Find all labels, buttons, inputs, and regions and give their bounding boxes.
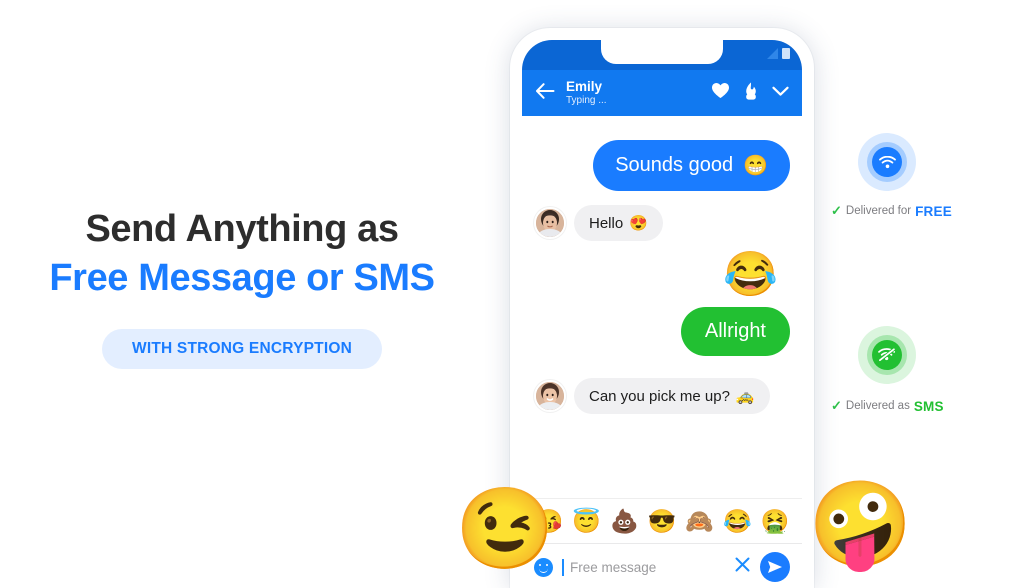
headline-primary: Send Anything as bbox=[85, 208, 399, 251]
nauseated-emoji[interactable]: 🤮 bbox=[761, 509, 790, 533]
delivery-note-sms: ✓ Delivered as SMS bbox=[831, 398, 944, 414]
send-icon[interactable] bbox=[760, 552, 790, 582]
wifi-glow-inner bbox=[867, 142, 907, 182]
status-bar bbox=[522, 40, 802, 70]
message-row-outgoing: Allright bbox=[522, 307, 802, 356]
delivery-note-prefix: Delivered as bbox=[845, 400, 910, 412]
text-caret bbox=[562, 558, 564, 576]
chat-header-actions bbox=[711, 82, 789, 105]
emoji-suggestion-bar: 😘 😇 💩 😎 🙈 😂 🤮 bbox=[522, 498, 802, 543]
wifi-off-icon bbox=[872, 340, 902, 370]
sunglasses-emoji[interactable]: 😎 bbox=[648, 509, 677, 533]
message-row-incoming: Hello 😍 bbox=[522, 205, 802, 241]
delivery-note-word: FREE bbox=[915, 203, 952, 219]
message-bubble-allright[interactable]: Allright bbox=[680, 307, 790, 356]
message-bubble-sounds-good[interactable]: Sounds good 😁 bbox=[593, 140, 790, 191]
grinning-emoji: 😁 bbox=[743, 155, 768, 177]
phone-mockup: Emily Typing ... Sounds good 😁 Hello 😍 😂… bbox=[510, 28, 814, 588]
chat-header: Emily Typing ... bbox=[522, 70, 802, 116]
contact-name: Emily bbox=[566, 78, 603, 94]
heart-eyes-emoji: 😍 bbox=[629, 215, 648, 232]
message-bubble-pick-me-up[interactable]: Can you pick me up? 🚕 bbox=[574, 378, 770, 414]
contact-avatar bbox=[534, 380, 566, 412]
encryption-badge: WITH STRONG ENCRYPTION bbox=[102, 328, 382, 369]
marketing-panel: Send Anything as Free Message or SMS WIT… bbox=[0, 0, 484, 576]
delivery-note-prefix: Delivered for bbox=[845, 205, 912, 217]
battery-icon bbox=[782, 48, 790, 59]
halo-emoji[interactable]: 😇 bbox=[572, 509, 601, 533]
back-arrow-icon[interactable] bbox=[535, 82, 555, 104]
message-text: Hello bbox=[589, 214, 624, 232]
message-row-outgoing: Sounds good 😁 bbox=[522, 140, 802, 191]
chat-peer-info[interactable]: Emily Typing ... bbox=[566, 80, 700, 107]
message-input[interactable]: Free message bbox=[570, 560, 725, 575]
message-row-incoming: Can you pick me up? 🚕 bbox=[522, 378, 802, 414]
delivery-note-free: ✓ Delivered for FREE bbox=[831, 203, 952, 219]
winking-face-emoji: 😉 bbox=[455, 484, 555, 573]
wifi-off-glow-outer bbox=[858, 326, 916, 384]
check-icon: ✓ bbox=[831, 203, 842, 218]
contact-avatar bbox=[534, 207, 566, 239]
joy-emoji[interactable]: 😂 bbox=[723, 253, 778, 297]
status-bar-icons bbox=[767, 48, 790, 59]
message-list: Sounds good 😁 Hello 😍 😂 Allright Can you… bbox=[522, 116, 802, 498]
flame-icon[interactable] bbox=[744, 82, 758, 105]
delivery-note-word: SMS bbox=[913, 398, 944, 414]
delivery-badge-sms bbox=[858, 326, 916, 384]
message-text: Allright bbox=[704, 320, 766, 342]
wifi-off-glow-inner bbox=[867, 335, 907, 375]
poop-emoji[interactable]: 💩 bbox=[610, 509, 639, 533]
delivery-badge-free bbox=[858, 133, 916, 191]
joy-emoji[interactable]: 😂 bbox=[723, 509, 752, 533]
close-icon[interactable] bbox=[734, 556, 751, 578]
message-text: Sounds good bbox=[615, 154, 734, 176]
phone-screen: Emily Typing ... Sounds good 😁 Hello 😍 😂… bbox=[522, 40, 802, 588]
wifi-glow-outer bbox=[858, 133, 916, 191]
chevron-down-icon[interactable] bbox=[772, 84, 789, 102]
contact-status: Typing ... bbox=[566, 95, 607, 107]
headline-accent: Free Message or SMS bbox=[49, 257, 435, 299]
message-row-emoji-only: 😂 bbox=[522, 253, 802, 297]
zany-face-emoji: 🤪 bbox=[808, 477, 913, 571]
wifi-icon bbox=[872, 147, 902, 177]
signal-bars-icon bbox=[767, 48, 778, 59]
heart-icon[interactable] bbox=[711, 82, 730, 104]
see-no-evil-monkey-emoji[interactable]: 🙈 bbox=[685, 509, 714, 533]
message-text: Can you pick me up? bbox=[589, 387, 730, 405]
message-bubble-hello[interactable]: Hello 😍 bbox=[574, 205, 663, 241]
check-icon: ✓ bbox=[831, 398, 842, 413]
message-input-bar: Free message bbox=[522, 543, 802, 588]
phone-notch bbox=[601, 40, 723, 64]
taxi-emoji: 🚕 bbox=[735, 388, 755, 405]
